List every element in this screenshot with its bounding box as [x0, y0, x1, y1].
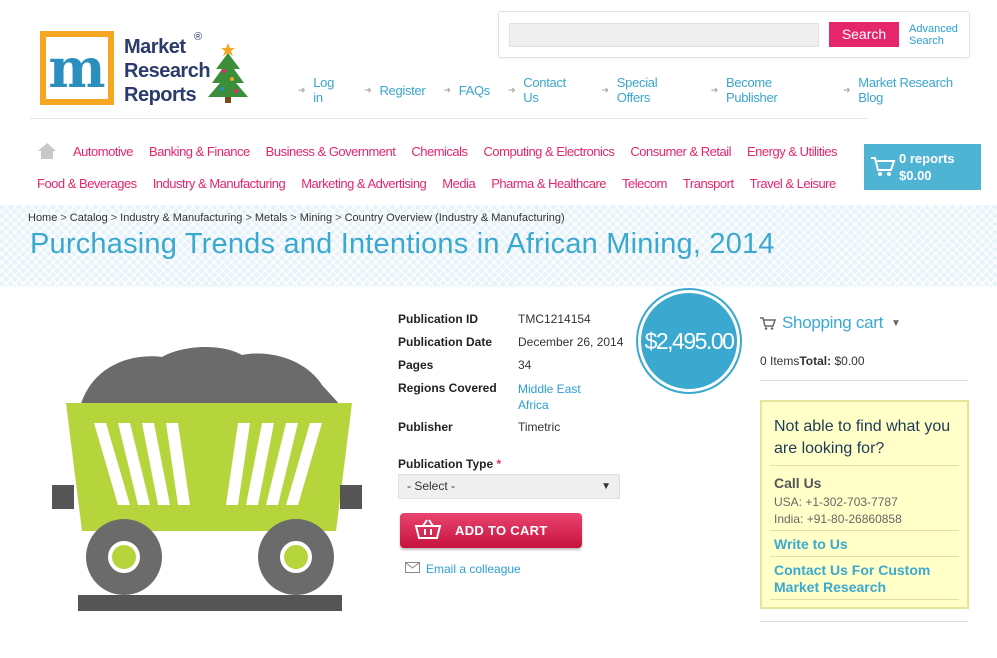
category-computing-electronics[interactable]: Computing & Electronics: [484, 144, 615, 159]
category-nav-row-2: Food & Beverages Industry & Manufacturin…: [37, 176, 852, 191]
india-phone: India: +91-80-26860858: [774, 512, 902, 526]
search-panel: Search Advanced Search: [498, 11, 970, 58]
custom-research-link[interactable]: Contact Us For Custom Market Research: [774, 562, 964, 596]
category-marketing-advertising[interactable]: Marketing & Advertising: [301, 176, 427, 191]
category-chemicals[interactable]: Chemicals: [411, 144, 468, 159]
advanced-search-link[interactable]: Advanced Search: [909, 23, 958, 47]
sidebar-divider: [760, 380, 968, 381]
usa-phone: USA: +1-302-703-7787: [774, 495, 898, 509]
page-title: Purchasing Trends and Intentions in Afri…: [30, 228, 775, 260]
help-box: Not able to find what you are looking fo…: [760, 400, 969, 609]
arrow-right-icon: ➜: [843, 84, 851, 95]
search-button[interactable]: Search: [829, 22, 899, 47]
publication-type-select[interactable]: - Select - ▼: [398, 474, 620, 499]
category-pharma-healthcare[interactable]: Pharma & Healthcare: [491, 176, 606, 191]
category-telecom[interactable]: Telecom: [622, 176, 667, 191]
shopping-cart-toggle[interactable]: Shopping cart ▼: [760, 313, 901, 333]
category-energy-utilities[interactable]: Energy & Utilities: [747, 144, 837, 159]
arrow-right-icon: ➜: [508, 84, 516, 95]
register-link[interactable]: ➜ Register: [364, 75, 426, 105]
email-colleague-link[interactable]: Email a colleague: [405, 562, 521, 576]
arrow-right-icon: ➜: [601, 84, 610, 95]
basket-icon: [414, 519, 442, 539]
pages-value: 34: [518, 358, 532, 372]
login-link[interactable]: ➜ Log in: [298, 75, 346, 105]
region-africa-link[interactable]: Africa: [518, 397, 581, 413]
cart-icon: [871, 157, 896, 176]
mini-cart-button[interactable]: 0 reports $0.00: [864, 144, 981, 190]
christmas-tree-icon: [208, 43, 248, 103]
pages-label: Pages: [398, 358, 434, 372]
help-divider: [770, 556, 959, 557]
category-transport[interactable]: Transport: [683, 176, 734, 191]
become-publisher-link[interactable]: ➜ Become Publisher: [711, 75, 825, 105]
mini-cart-total: $0.00: [899, 168, 932, 183]
home-icon[interactable]: [38, 143, 56, 159]
arrow-right-icon: ➜: [298, 84, 306, 95]
price-badge: $2,495.00: [638, 290, 740, 392]
logo-mark: m: [40, 31, 114, 105]
search-input[interactable]: [509, 23, 819, 47]
breadcrumb-home[interactable]: Home: [28, 212, 57, 224]
special-offers-link[interactable]: ➜ Special Offers: [602, 75, 693, 105]
blog-link[interactable]: ➜ Market Research Blog: [843, 75, 979, 105]
faqs-link[interactable]: ➜ FAQs: [443, 75, 490, 105]
category-industry-manufacturing[interactable]: Industry & Manufacturing: [153, 176, 286, 191]
write-to-us-link[interactable]: Write to Us: [774, 536, 964, 553]
breadcrumb-metals[interactable]: Metals: [255, 212, 287, 224]
arrow-right-icon: ➜: [443, 84, 451, 95]
category-travel-leisure[interactable]: Travel & Leisure: [750, 176, 837, 191]
publication-type-label: Publication Type *: [398, 457, 502, 471]
breadcrumb-mining[interactable]: Mining: [300, 212, 332, 224]
envelope-icon: [405, 562, 420, 576]
add-to-cart-button[interactable]: ADD TO CART: [400, 513, 582, 548]
dropdown-arrow-icon: ▼: [891, 317, 901, 329]
category-media[interactable]: Media: [442, 176, 475, 191]
publication-id: TMC1214154: [518, 312, 591, 326]
category-food-beverages[interactable]: Food & Beverages: [37, 176, 137, 191]
mining-cart-image: [52, 346, 362, 611]
logo-letter: m: [48, 36, 106, 100]
breadcrumb: Home > Catalog > Industry & Manufacturing > Me…: [28, 212, 565, 224]
help-divider: [770, 599, 959, 600]
sidebar-bottom-divider: [760, 621, 968, 622]
caret-down-icon: ▼: [601, 481, 611, 492]
region-middle-east-link[interactable]: Middle East: [518, 381, 581, 397]
help-divider: [770, 465, 959, 466]
category-consumer-retail[interactable]: Consumer & Retail: [630, 144, 731, 159]
breadcrumb-country-overview[interactable]: Country Overview (Industry & Manufacturi…: [345, 212, 565, 224]
arrow-right-icon: ➜: [364, 84, 372, 95]
site-logo[interactable]: m Market Research Reports ®: [38, 29, 253, 109]
top-navigation: ➜ Log in ➜ Register ➜ FAQs ➜ Contact Us ➜ Spe…: [298, 75, 997, 105]
call-us-heading: Call Us: [774, 475, 822, 491]
registered-mark: ®: [194, 31, 203, 43]
category-business-government[interactable]: Business & Government: [266, 144, 396, 159]
cart-icon: [760, 316, 776, 330]
publication-date: December 26, 2014: [518, 335, 624, 349]
category-banking-finance[interactable]: Banking & Finance: [149, 144, 250, 159]
publication-id-label: Publication ID: [398, 312, 479, 326]
publication-date-label: Publication Date: [398, 335, 493, 349]
publisher-value: Timetric: [518, 420, 561, 434]
category-automotive[interactable]: Automotive: [73, 144, 134, 159]
publisher-label: Publisher: [398, 420, 453, 434]
breadcrumb-industry[interactable]: Industry & Manufacturing: [120, 212, 242, 224]
help-question: Not able to find what you are looking fo…: [774, 418, 951, 457]
regions-label: Regions Covered: [398, 381, 497, 395]
help-divider: [770, 530, 959, 531]
breadcrumb-catalog[interactable]: Catalog: [70, 212, 108, 224]
arrow-right-icon: ➜: [710, 84, 719, 95]
contact-us-link[interactable]: ➜ Contact Us: [508, 75, 584, 105]
mini-cart-count: 0 reports: [899, 151, 955, 166]
logo-wordmark: Market Research Reports: [124, 36, 211, 106]
category-nav-row-1: Automotive Banking & Finance Business & …: [73, 144, 853, 159]
cart-summary: 0 ItemsTotal: $0.00: [760, 354, 865, 368]
header-divider: [30, 118, 868, 119]
